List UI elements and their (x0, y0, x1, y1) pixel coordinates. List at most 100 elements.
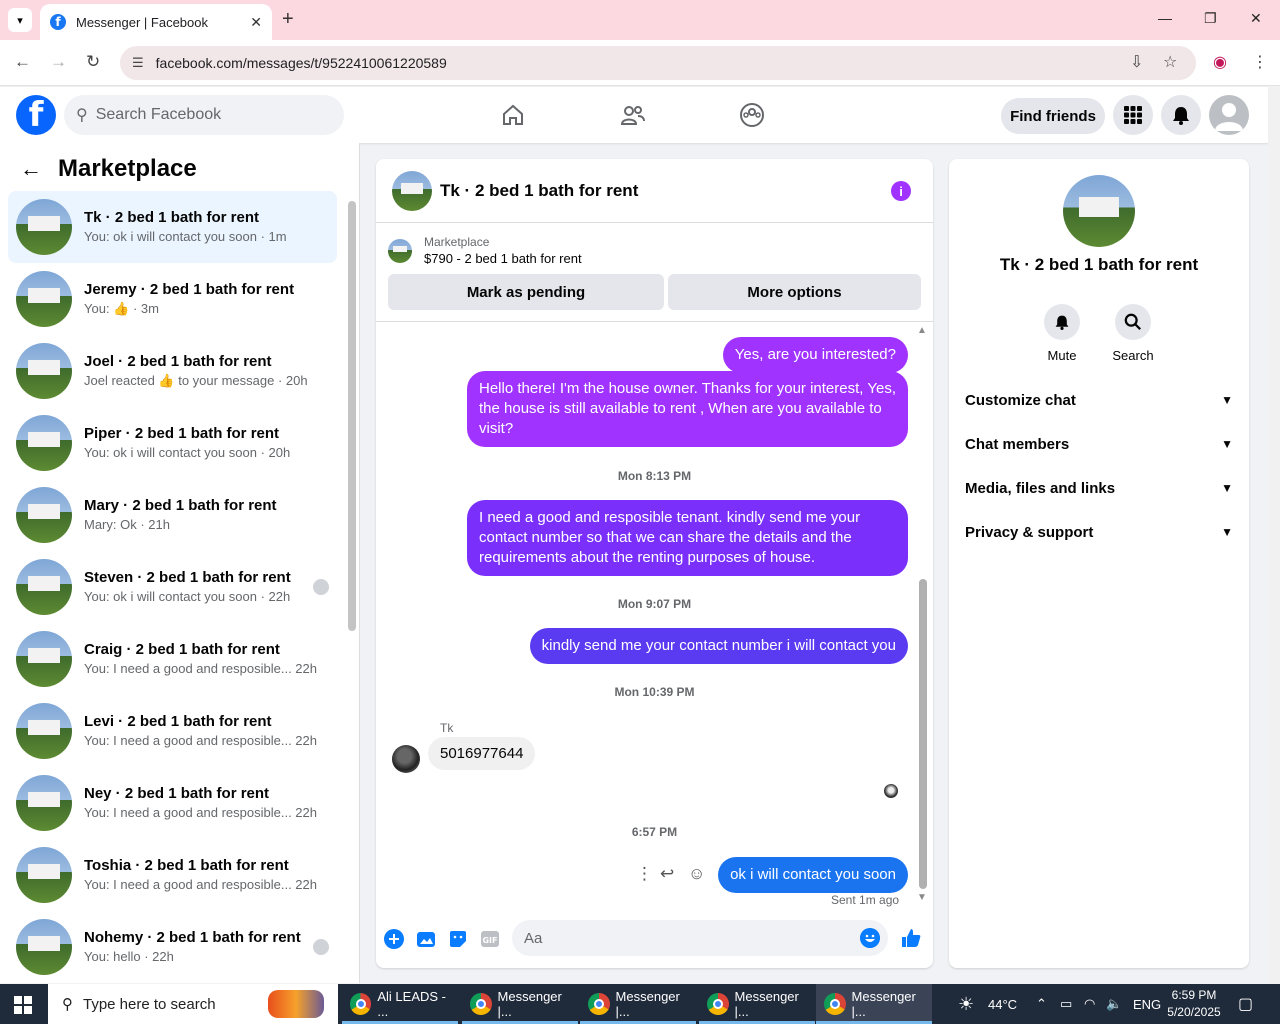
conversation-item[interactable]: Piper · 2 bed 1 bath for rent You: ok i w… (8, 407, 337, 479)
details-section[interactable]: Media, files and links ▼ (965, 466, 1233, 510)
conversation-item[interactable]: Steven · 2 bed 1 bath for rent You: ok i … (8, 551, 337, 623)
message-bubble[interactable]: Hello there! I'm the house owner. Thanks… (467, 371, 908, 447)
taskbar-search[interactable]: ⚲ Type here to search (48, 984, 338, 1024)
tab-search-button[interactable]: ▾ (8, 8, 32, 32)
chat-avatar[interactable] (392, 170, 432, 211)
conversation-name: Steven · 2 bed 1 bath for rent (84, 569, 291, 586)
info-icon[interactable]: i (891, 181, 911, 201)
taskbar-app[interactable]: Messenger |... (462, 984, 578, 1024)
react-emoji-icon[interactable]: ☺ (688, 864, 705, 884)
like-thumb-icon[interactable] (900, 927, 922, 949)
friends-icon[interactable] (619, 101, 647, 129)
photo-icon[interactable] (416, 929, 436, 949)
back-icon[interactable]: ← (14, 52, 31, 72)
conversation-name: Jeremy · 2 bed 1 bath for rent (84, 281, 295, 298)
time: 6:59 PM (1171, 988, 1217, 1002)
message-input[interactable]: Aa (512, 920, 888, 956)
weather-icon[interactable]: ☀ (958, 984, 974, 1024)
temperature[interactable]: 44°C (988, 984, 1017, 1024)
chat-title[interactable]: Tk · 2 bed 1 bath for rent (440, 181, 638, 201)
page-scrollbar[interactable] (1268, 87, 1280, 983)
device-icon[interactable]: ▭ (1060, 984, 1072, 1024)
conversation-item[interactable]: Tk · 2 bed 1 bath for rent You: ok i will… (8, 191, 337, 263)
language[interactable]: ENG (1133, 984, 1161, 1024)
reload-icon[interactable]: ↻ (86, 52, 100, 72)
message-bubble[interactable]: I need a good and resposible tenant. kin… (467, 500, 908, 576)
scroll-up-icon[interactable]: ▲ (917, 325, 927, 336)
restore-icon[interactable]: ❐ (1204, 10, 1217, 27)
chat-scrollbar[interactable] (919, 579, 927, 889)
seen-avatar-icon (884, 784, 898, 798)
install-app-icon[interactable]: ⇩ (1130, 52, 1143, 72)
sidebar-scrollbar[interactable] (348, 201, 356, 631)
emoji-icon[interactable] (860, 928, 880, 948)
windows-start-icon[interactable] (14, 996, 32, 1014)
clock[interactable]: 6:59 PM 5/20/2025 (1160, 987, 1228, 1021)
conversation-item[interactable]: Craig · 2 bed 1 bath for rent You: I need… (8, 623, 337, 695)
notification-center-icon[interactable]: ▢ (1238, 984, 1253, 1024)
volume-icon[interactable]: 🔈 (1106, 984, 1122, 1024)
close-window-icon[interactable]: ✕ (1250, 10, 1262, 27)
conversation-preview: You: I need a good and resposible... 22h (84, 661, 317, 676)
mark-as-pending-button[interactable]: Mark as pending (388, 274, 664, 310)
scroll-down-icon[interactable]: ▼ (917, 892, 927, 903)
taskbar-search-placeholder: Type here to search (83, 995, 216, 1013)
find-friends-button[interactable]: Find friends (1001, 98, 1105, 134)
facebook-logo-icon[interactable]: f (16, 95, 56, 135)
chrome-icon (824, 993, 846, 1015)
message-bubble[interactable]: Yes, are you interested? (722, 337, 908, 373)
reply-icon[interactable]: ↩ (660, 864, 674, 884)
details-section[interactable]: Customize chat ▼ (965, 378, 1233, 422)
details-section[interactable]: Privacy & support ▼ (965, 510, 1233, 554)
details-avatar[interactable] (1063, 175, 1135, 247)
more-options-button[interactable]: More options (668, 274, 921, 310)
facebook-search-input[interactable]: ⚲ Search Facebook (64, 95, 344, 135)
browser-tab-messenger[interactable]: f Messenger | Facebook ✕ (40, 4, 272, 40)
listing-row[interactable]: Marketplace $790 - 2 bed 1 bath for rent (388, 235, 582, 266)
home-icon[interactable] (499, 101, 527, 129)
new-tab-button[interactable]: + (282, 8, 294, 31)
conversation-item[interactable]: Toshia · 2 bed 1 bath for rent You: I nee… (8, 839, 337, 911)
conversation-item[interactable]: Ney · 2 bed 1 bath for rent You: I need a… (8, 767, 337, 839)
groups-icon[interactable] (738, 101, 766, 129)
wifi-icon[interactable]: ◠ (1084, 984, 1095, 1024)
mute-button[interactable]: Mute (1026, 304, 1098, 363)
message-bubble[interactable]: kindly send me your contact number i wil… (529, 628, 908, 664)
conversation-item[interactable]: Mary · 2 bed 1 bath for rent Mary: Ok · 2… (8, 479, 337, 551)
url-field[interactable]: ☰ facebook.com/messages/t/95224100612205… (120, 46, 1196, 80)
timestamp: Mon 10:39 PM (614, 685, 695, 699)
notifications-bell-icon[interactable] (1161, 95, 1201, 135)
message-input-placeholder: Aa (524, 929, 543, 947)
bookmark-star-icon[interactable]: ☆ (1163, 52, 1177, 72)
close-tab-icon[interactable]: ✕ (250, 14, 262, 31)
taskbar-app[interactable]: Messenger |... (699, 984, 815, 1024)
sender-avatar[interactable] (392, 745, 420, 773)
tray-chevron-icon[interactable]: ⌃ (1036, 984, 1047, 1024)
menu-grid-icon[interactable] (1113, 95, 1153, 135)
site-settings-icon[interactable]: ☰ (132, 55, 144, 71)
back-arrow-icon[interactable]: ← (20, 156, 42, 182)
sticker-icon[interactable] (448, 929, 468, 949)
add-icon[interactable] (384, 929, 404, 949)
conversation-preview: Mary: Ok · 21h (84, 517, 170, 532)
sender-name: Tk (440, 721, 454, 735)
conversation-item[interactable]: Jeremy · 2 bed 1 bath for rent You: 👍 · 3… (8, 263, 337, 335)
taskbar-app[interactable]: Messenger |... (816, 984, 932, 1024)
browser-menu-icon[interactable]: ⋮ (1252, 52, 1268, 72)
search-in-chat-button[interactable]: Search (1097, 304, 1169, 363)
gif-icon[interactable]: GIF (480, 929, 500, 949)
sidebar-title: Marketplace (58, 155, 197, 182)
taskbar-app[interactable]: Ali LEADS - ... (342, 984, 458, 1024)
incoming-message-bubble[interactable]: 5016977644 (428, 737, 536, 770)
profile-icon[interactable]: ◉ (1213, 52, 1227, 72)
account-avatar[interactable] (1209, 95, 1249, 135)
conversation-item[interactable]: Levi · 2 bed 1 bath for rent You: I need … (8, 695, 337, 767)
minimize-icon[interactable]: — (1158, 10, 1172, 26)
conversation-item[interactable]: Joel · 2 bed 1 bath for rent Joel reacted… (8, 335, 337, 407)
forward-icon[interactable]: → (50, 52, 67, 72)
conversation-item[interactable]: Nohemy · 2 bed 1 bath for rent You: hello… (8, 911, 337, 983)
taskbar-app[interactable]: Messenger |... (580, 984, 696, 1024)
message-bubble[interactable]: ok i will contact you soon (718, 857, 908, 893)
details-section[interactable]: Chat members ▼ (965, 422, 1233, 466)
more-actions-icon[interactable]: ⋮ (636, 864, 653, 884)
